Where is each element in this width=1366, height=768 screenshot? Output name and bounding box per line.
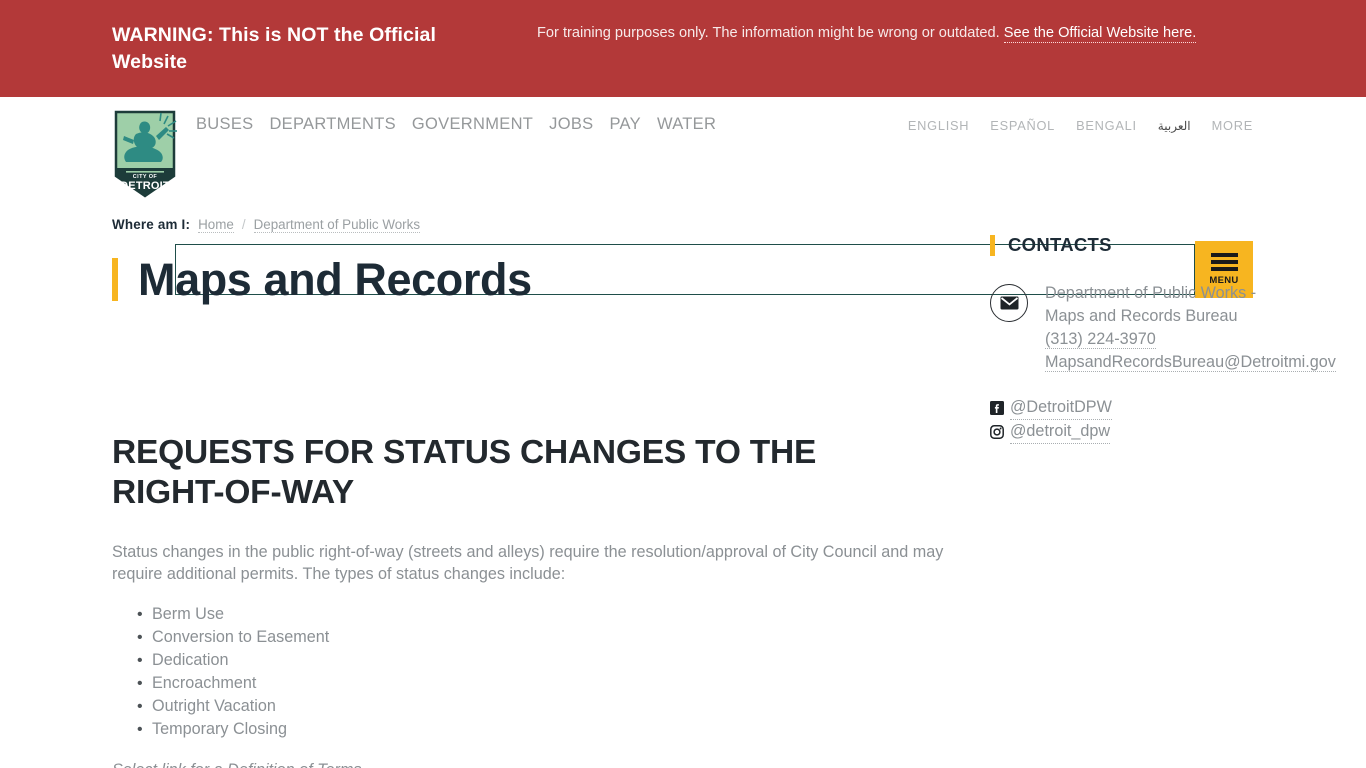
breadcrumb: Where am I: Home / Department of Public … [112, 210, 972, 233]
list-item: Temporary Closing [137, 718, 972, 741]
contact-phone-link[interactable]: (313) 224-3970 [1045, 330, 1156, 349]
contacts-accent-bar [990, 234, 995, 256]
contacts-heading: CONTACTS [1008, 234, 1112, 255]
warning-title: WARNING: This is NOT the Official Websit… [112, 24, 436, 73]
section-heading: REQUESTS FOR STATUS CHANGES TO THE RIGHT… [112, 434, 817, 511]
main-content-column: Where am I: Home / Department of Public … [112, 210, 972, 768]
contact-email-link[interactable]: MapsandRecordsBureau@Detroitmi.gov [1045, 353, 1336, 372]
breadcrumb-separator: / [241, 217, 246, 232]
definition-of-terms-link[interactable]: Definition of Terms [227, 760, 362, 768]
contact-details: Department of Public Works - Maps and Re… [1045, 282, 1336, 374]
list-item: Encroachment [137, 672, 972, 695]
breadcrumb-item-department-of-public-works[interactable]: Department of Public Works [253, 217, 421, 233]
nav-item-jobs[interactable]: JOBS [549, 115, 593, 134]
lang-espanol[interactable]: ESPAÑOL [990, 118, 1055, 133]
language-selector: ENGLISH ESPAÑOL BENGALI العربية MORE [908, 118, 1253, 133]
status-change-types-list: Berm Use Conversion to Easement Dedicati… [112, 603, 972, 741]
contact-email-line1: MapsandRecordsBureau [1045, 353, 1225, 371]
warning-message: For training purposes only. The informat… [537, 22, 1237, 45]
breadcrumb-label: Where am I: [112, 217, 191, 232]
list-item: Berm Use [137, 603, 972, 626]
lang-more[interactable]: MORE [1212, 118, 1253, 133]
svg-text:DETROIT: DETROIT [120, 180, 170, 192]
facebook-icon [990, 401, 1004, 415]
nav-item-buses[interactable]: BUSES [196, 115, 253, 134]
instagram-icon [990, 425, 1004, 439]
social-links: @DetroitDPW @detroit_dpw [990, 396, 1280, 444]
page-title: Maps and Records [138, 253, 532, 305]
site-header: CITY OF DETROIT BUSES DEPARTMENTS GOVERN… [0, 97, 1366, 298]
contact-block: Department of Public Works - Maps and Re… [990, 282, 1336, 374]
list-item: Dedication [137, 649, 972, 672]
envelope-icon [990, 284, 1028, 322]
training-warning-banner: WARNING: This is NOT the Official Websit… [0, 0, 1366, 97]
page-title-container: Maps and Records [112, 251, 972, 307]
lang-bengali[interactable]: BENGALI [1076, 118, 1137, 133]
nav-item-departments[interactable]: DEPARTMENTS [269, 115, 395, 134]
nav-item-water[interactable]: WATER [657, 115, 716, 134]
social-row-facebook: @DetroitDPW [990, 396, 1280, 420]
list-item: Outright Vacation [137, 695, 972, 718]
list-item: Conversion to Easement [137, 626, 972, 649]
city-of-detroit-logo[interactable]: CITY OF DETROIT [112, 110, 178, 198]
official-website-link[interactable]: See the Official Website here. [1003, 25, 1197, 43]
sidebar-column: CONTACTS Department of Public Works - Ma… [990, 210, 1336, 444]
facebook-handle-link[interactable]: @DetroitDPW [1010, 396, 1112, 420]
primary-navigation: BUSES DEPARTMENTS GOVERNMENT JOBS PAY WA… [196, 115, 716, 134]
breadcrumb-item-home[interactable]: Home [198, 217, 234, 233]
nav-item-government[interactable]: GOVERNMENT [412, 115, 533, 134]
contacts-heading-container: CONTACTS [990, 232, 1280, 258]
lang-arabic[interactable]: العربية [1158, 119, 1191, 133]
note-prefix-text: Select link for a [112, 761, 227, 768]
contact-email-line2: @Detroitmi.gov [1224, 353, 1336, 371]
instagram-handle-link[interactable]: @detroit_dpw [1010, 420, 1111, 444]
contact-org-name: Department of Public Works - Maps and Re… [1045, 284, 1257, 325]
warning-message-text: For training purposes only. The informat… [537, 25, 1004, 41]
nav-item-pay[interactable]: PAY [609, 115, 640, 134]
title-accent-bar [112, 257, 118, 301]
social-row-instagram: @detroit_dpw [990, 420, 1280, 444]
intro-paragraph: Status changes in the public right-of-wa… [112, 542, 944, 584]
lang-english[interactable]: ENGLISH [908, 118, 969, 133]
definition-of-terms-note: Select link for a Definition of Terms [112, 760, 972, 768]
